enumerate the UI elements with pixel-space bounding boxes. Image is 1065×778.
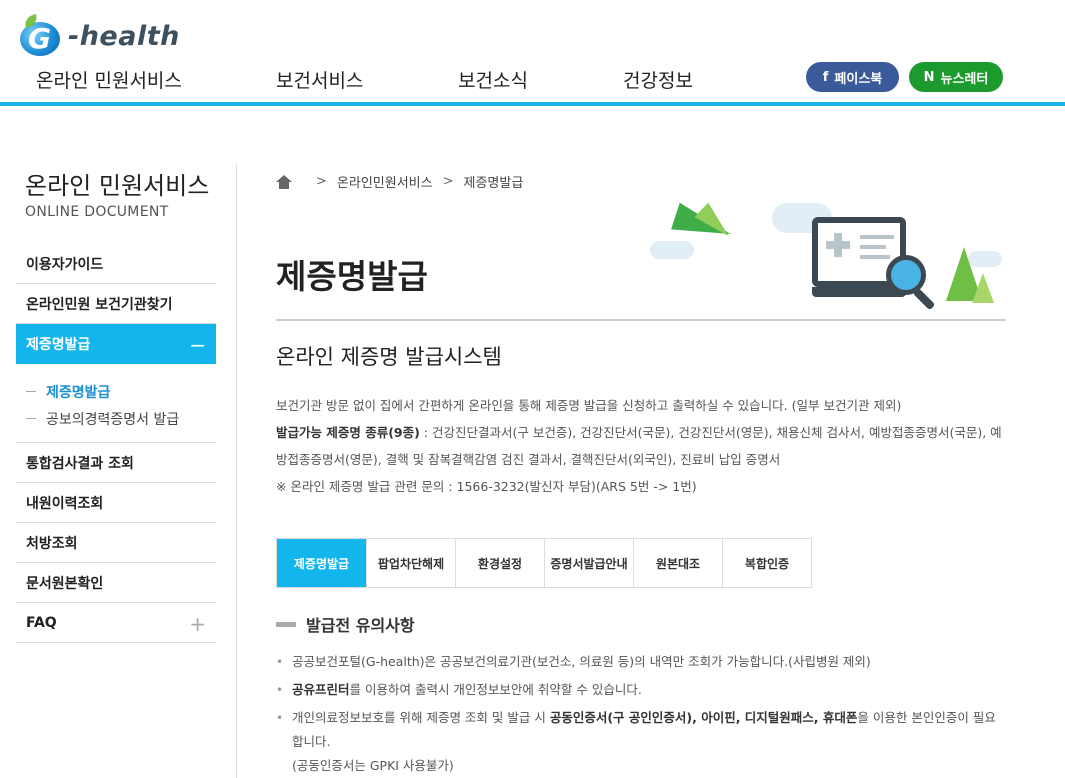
chevron-right-icon: > [316,174,327,189]
sidebar-item-label: 이용자가이드 [26,256,104,273]
nav-health-service[interactable]: 보건서비스 [276,66,363,93]
sidebar-title: 온라인 민원서비스 [25,172,210,200]
site-logo[interactable]: G -health [18,13,180,58]
description-line: 보건기관 방문 없이 집에서 간편하게 온라인을 통해 제증명 발급을 신청하고… [276,398,902,413]
submenu-item-career-certificate[interactable]: 공보의경력증명서 발급 [26,405,216,432]
sidebar-item-faq[interactable]: FAQ + [16,603,216,643]
sidebar-item-prescription[interactable]: 처방조회 [16,523,216,563]
facebook-button[interactable]: f 페이스북 [806,62,899,92]
sidebar-item-label: 제증명발급 [26,337,91,353]
logo-text: -health [68,20,180,52]
tab-combined-auth[interactable]: 복합인증 [722,539,811,587]
sidebar-menu: 이용자가이드 온라인민원 보건기관찾기 제증명발급 − 제증명발급 공보의경력증… [16,244,216,643]
sidebar-item-label: 통합검사결과 조회 [26,455,134,472]
home-icon[interactable] [276,174,292,189]
section-title: 온라인 제증명 발급시스템 [276,345,502,369]
newsletter-button[interactable]: N 뉴스레터 [909,62,1003,92]
breadcrumb-item[interactable]: 온라인민원서비스 [337,172,433,191]
sidebar-item-label: FAQ [26,614,57,631]
tab-certificate[interactable]: 제증명발급 [277,539,366,587]
chevron-right-icon: > [442,174,454,189]
newsletter-icon: N [923,69,935,85]
sidebar-item-find-institution[interactable]: 온라인민원 보건기관찾기 [16,284,216,324]
notice-heading: 발급전 유의사항 [276,612,415,636]
cloud-icon [650,241,694,259]
tab-popup-unblock[interactable]: 팝업차단해제 [366,539,455,587]
title-divider [276,319,1006,321]
site-header: G -health 온라인 민원서비스 보건서비스 보건소식 건강정보 f 페이… [0,0,1065,106]
description: 보건기관 방문 없이 집에서 간편하게 온라인을 통해 제증명 발급을 신청하고… [276,392,1006,500]
sidebar-item-test-results[interactable]: 통합검사결과 조회 [16,443,216,483]
facebook-label: 페이스북 [834,71,883,87]
sidebar-item-label: 문서원본확인 [26,575,104,592]
nav-health-info[interactable]: 건강정보 [623,66,693,93]
tab-original-compare[interactable]: 원본대조 [633,539,722,587]
tab-settings[interactable]: 환경설정 [455,539,544,587]
magnifier-handle [912,287,936,311]
facebook-icon: f [822,69,829,85]
heading-bar-icon [276,621,296,627]
sidebar-item-label: 내원이력조회 [26,495,104,512]
expand-icon[interactable]: + [189,612,206,636]
breadcrumb-item[interactable]: 제증명발급 [464,172,524,191]
dash-icon [26,391,36,392]
notice-list: 공공보건포털(G-health)은 공공보건의료기관(보건소, 의료원 등)의 … [276,650,1006,778]
sidebar-item-document-verify[interactable]: 문서원본확인 [16,563,216,603]
list-item: 공공보건포털(G-health)은 공공보건의료기관(보건소, 의료원 등)의 … [276,650,1006,674]
nav-online-service[interactable]: 온라인 민원서비스 [36,66,182,93]
notice-title: 발급전 유의사항 [306,616,415,635]
list-item: 공유프린터를 이용하여 출력시 개인정보보안에 취약할 수 있습니다. [276,678,1006,702]
header-illustration [640,195,1020,311]
collapse-icon[interactable]: − [189,333,206,357]
newsletter-label: 뉴스레터 [940,71,989,87]
sidebar-submenu: 제증명발급 공보의경력증명서 발급 [16,364,216,443]
sidebar-item-certificate[interactable]: 제증명발급 − [16,324,216,364]
tree-icon [972,273,994,303]
breadcrumb: > 온라인민원서비스 > 제증명발급 [276,172,523,191]
sidebar-subtitle: ONLINE DOCUMENT [25,204,169,220]
g-health-logo-icon: G [18,13,66,58]
sidebar-item-visit-history[interactable]: 내원이력조회 [16,483,216,523]
sidebar-item-label: 온라인민원 보건기관찾기 [26,296,173,313]
submenu-label: 공보의경력증명서 발급 [46,411,180,428]
description-bold: 발급가능 제증명 종류(9종) [276,425,420,440]
tab-issue-guide[interactable]: 증명서발급안내 [544,539,633,587]
sidebar-item-user-guide[interactable]: 이용자가이드 [16,244,216,284]
sidebar-divider [236,165,237,778]
nav-health-news[interactable]: 보건소식 [458,66,528,93]
content-tabs: 제증명발급 팝업차단해제 환경설정 증명서발급안내 원본대조 복합인증 [276,538,812,588]
page-title: 제증명발급 [276,257,428,296]
dash-icon [26,418,36,419]
description-line: ※ 온라인 제증명 발급 관련 문의 : 1566-3232(발신자 부담)(A… [276,479,697,494]
description-line: 발급가능 제증명 종류(9종) : 건강진단결과서(구 보건증), 건강진단서(… [276,419,1006,473]
submenu-item-certificate[interactable]: 제증명발급 [26,378,216,405]
sidebar-item-label: 처방조회 [26,535,78,552]
list-item: 개인의료정보보호를 위해 제증명 조회 및 발급 시 공동인증서(구 공인인증서… [276,706,1006,778]
submenu-label: 제증명발급 [46,384,111,401]
